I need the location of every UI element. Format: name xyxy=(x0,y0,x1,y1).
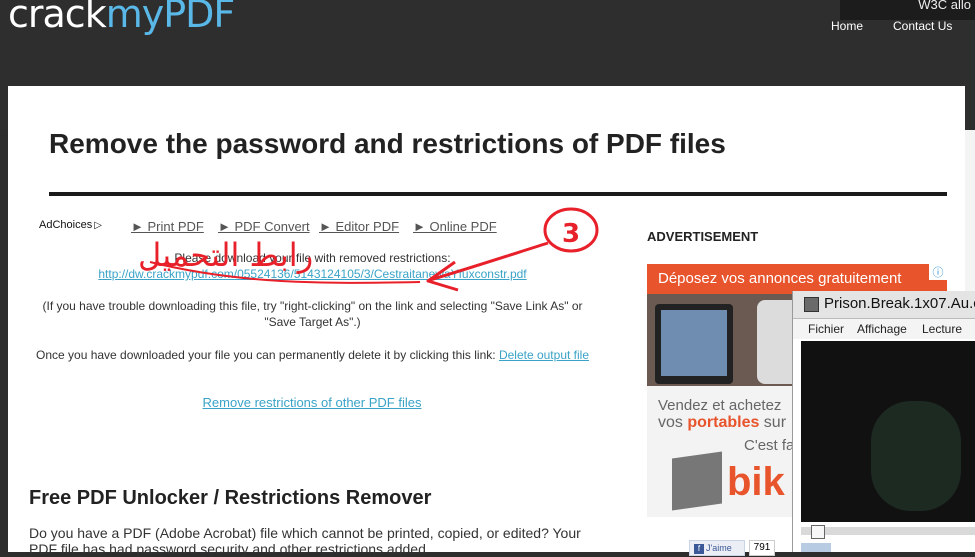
nav-contact-link[interactable]: Contact Us xyxy=(893,19,952,33)
site-logo[interactable]: crackmyPDF xyxy=(8,0,235,36)
remove-other-pdf-link[interactable]: Remove restrictions of other PDF files xyxy=(112,395,512,410)
section-heading: Free PDF Unlocker / Restrictions Remover xyxy=(29,487,432,509)
download-link[interactable]: http://dw.crackmypdf.com/05524136/514312… xyxy=(45,267,580,281)
adchoices-icon: ▷ xyxy=(94,220,102,231)
trouble-note: (If you have trouble downloading this fi… xyxy=(42,299,583,329)
ad-info-icon[interactable]: ⓘ xyxy=(929,264,947,280)
download-prompt: Please download your file with removed r… xyxy=(174,251,451,265)
delete-prefix: Once you have downloaded your file you c… xyxy=(36,348,496,362)
w3c-badge: W3C allo xyxy=(840,0,975,20)
ad-tagline-1: Vendez et achetez xyxy=(658,397,782,414)
advertisement-label: ADVERTISEMENT xyxy=(647,229,759,244)
nav-home-link[interactable]: Home xyxy=(831,19,863,33)
video-frame-figure xyxy=(871,401,961,511)
seek-thumb[interactable] xyxy=(811,525,825,539)
player-titlebar[interactable]: Prison.Break.1x07.Au.co xyxy=(793,291,975,319)
ad-header: Déposez vos annonces gratuitement xyxy=(647,264,947,294)
ad-link-online-pdf[interactable]: ► Online PDF xyxy=(413,219,497,234)
tablet-image-icon xyxy=(655,304,733,384)
media-player-window[interactable]: Prison.Break.1x07.Au.co Fichier Affichag… xyxy=(792,291,975,552)
box-logo-icon xyxy=(672,451,722,511)
logo-text-my: my xyxy=(105,0,165,36)
adchoices-label[interactable]: AdChoices ▷ xyxy=(39,219,102,231)
logo-text-pdf: PDF xyxy=(163,0,235,36)
player-menu-fichier[interactable]: Fichier xyxy=(808,322,844,336)
ad-link-pdf-convert[interactable]: ► PDF Convert xyxy=(218,219,310,234)
facebook-icon: f xyxy=(694,544,704,554)
tablet-screen xyxy=(661,310,727,376)
ad-tagline-2-start: vos xyxy=(658,414,688,431)
title-divider xyxy=(49,192,947,196)
facebook-like-button[interactable]: f J'aime xyxy=(689,540,745,556)
player-title: Prison.Break.1x07.Au.co xyxy=(824,295,975,312)
delete-output-link[interactable]: Delete output file xyxy=(499,348,589,362)
ad-tagline-3: C'est fa xyxy=(744,437,795,454)
logo-text-crack: crack xyxy=(8,0,107,36)
page-title: Remove the password and restrictions of … xyxy=(49,128,726,159)
ad-tagline-2: vos portables sur xyxy=(658,414,786,432)
delete-instructions: Once you have downloaded your file you c… xyxy=(35,347,590,363)
player-video-area[interactable] xyxy=(801,341,975,522)
player-menu-lecture[interactable]: Lecture xyxy=(922,322,962,336)
ad-brand-text: bik xyxy=(727,460,785,504)
player-controls[interactable] xyxy=(801,543,831,552)
ad-tagline-2-highlight: portables xyxy=(687,414,760,431)
ad-link-editor-pdf[interactable]: ► Editor PDF xyxy=(319,219,399,234)
section-text: Do you have a PDF (Adobe Acrobat) file w… xyxy=(29,525,581,557)
like-count: 791 xyxy=(749,540,775,556)
player-menu-affichage[interactable]: Affichage xyxy=(857,322,907,336)
player-menubar: Fichier Affichage Lecture xyxy=(793,319,975,339)
player-app-icon xyxy=(804,297,819,312)
ad-tagline-2-end: sur xyxy=(759,414,787,431)
ad-link-print-pdf[interactable]: ► Print PDF xyxy=(131,219,204,234)
player-seek-bar[interactable] xyxy=(801,525,975,539)
adchoices-text: AdChoices xyxy=(39,219,93,231)
